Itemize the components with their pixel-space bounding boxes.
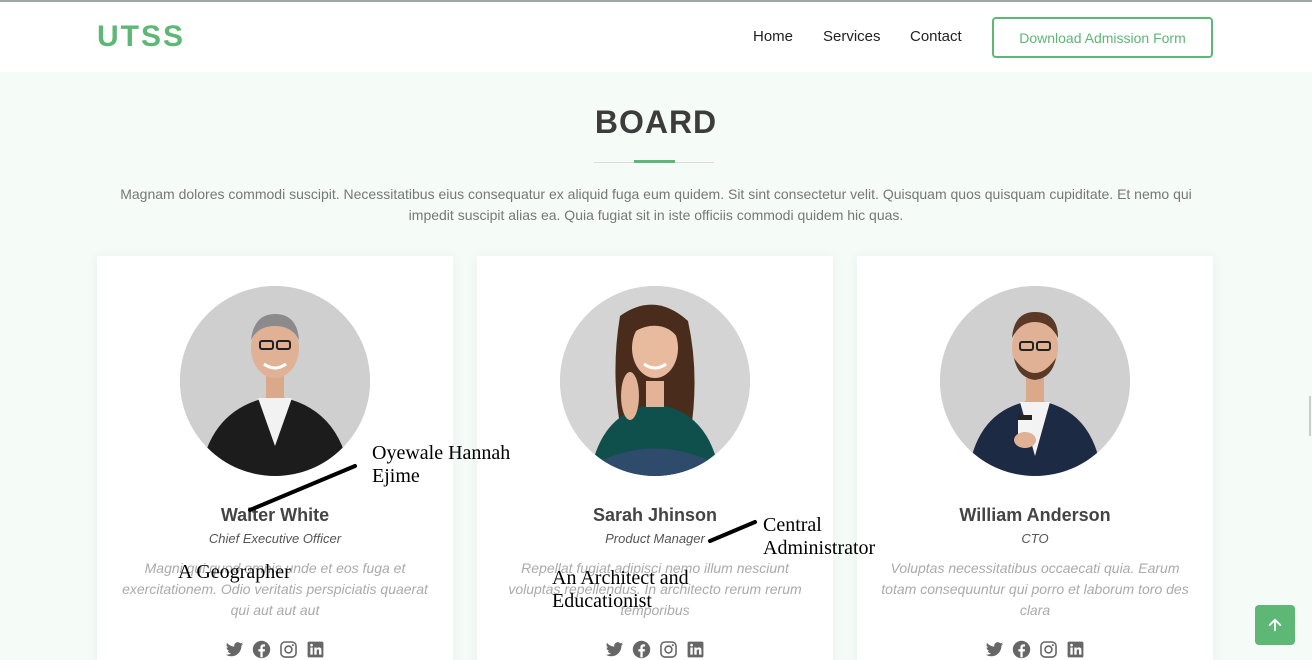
twitter-icon[interactable]: [225, 640, 244, 659]
facebook-icon[interactable]: [1012, 640, 1031, 659]
annotation-profession: An Architect and Educationist: [552, 567, 689, 612]
social-links: [97, 640, 453, 659]
section-title: BOARD: [594, 104, 718, 140]
linkedin-icon[interactable]: [306, 640, 325, 659]
instagram-icon[interactable]: [279, 640, 298, 659]
linkedin-icon[interactable]: [686, 640, 705, 659]
member-name: William Anderson: [959, 505, 1111, 525]
member-role: CTO: [1021, 531, 1049, 546]
member-photo: [560, 286, 750, 476]
instagram-icon[interactable]: [1039, 640, 1058, 659]
facebook-icon[interactable]: [632, 640, 651, 659]
member-role: Chief Executive Officer: [208, 531, 342, 546]
member-photo: [180, 286, 370, 476]
linkedin-icon[interactable]: [1066, 640, 1085, 659]
social-links: [857, 640, 1213, 659]
twitter-icon[interactable]: [605, 640, 624, 659]
annotation-title: Central Administrator: [763, 514, 876, 559]
title-accent-bar: [634, 160, 675, 163]
instagram-icon[interactable]: [659, 640, 678, 659]
nav-contact-link[interactable]: Contact: [910, 28, 962, 45]
member-card: William Anderson CTO Voluptas necessitat…: [857, 256, 1213, 660]
site-logo[interactable]: UTSS: [97, 20, 185, 54]
member-name: Walter White: [220, 505, 330, 525]
back-to-top-button[interactable]: [1255, 605, 1295, 645]
section-description: Magnam dolores commodi suscipit. Necessi…: [120, 186, 1192, 223]
member-photo: [940, 286, 1130, 476]
social-links: [477, 640, 833, 659]
twitter-icon[interactable]: [985, 640, 1004, 659]
annotation-profession: A Geographer: [178, 561, 291, 583]
nav-home-link[interactable]: Home: [753, 28, 793, 45]
nav-services-link[interactable]: Services: [823, 28, 881, 45]
annotation-name: Oyewale Hannah Ejime: [372, 442, 511, 487]
scrollbar-thumb[interactable]: [1309, 396, 1311, 436]
download-admission-form-button[interactable]: Download Admission Form: [992, 17, 1213, 58]
member-bio: Voluptas necessitatibus occaecati quia. …: [881, 560, 1189, 618]
arrow-up-icon: [1268, 618, 1282, 632]
site-header: UTSS Home Services Contact Download Admi…: [0, 2, 1312, 72]
facebook-icon[interactable]: [252, 640, 271, 659]
